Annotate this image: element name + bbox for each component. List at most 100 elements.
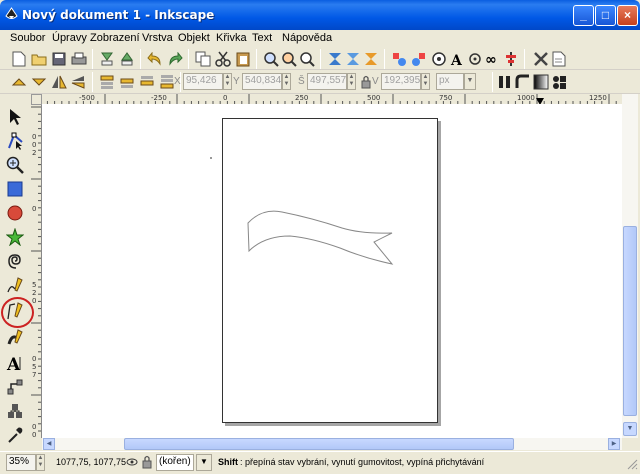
transform-patterns-icon[interactable] — [550, 73, 568, 91]
drawing-canvas[interactable] — [42, 104, 622, 438]
menu-text[interactable]: Text — [252, 32, 272, 44]
distribute-icon[interactable] — [344, 50, 362, 68]
gradient-tool-icon[interactable] — [4, 400, 26, 422]
calligraphy-tool-icon[interactable] — [4, 326, 26, 348]
transform-icon[interactable] — [362, 50, 380, 68]
flip-horizontal-icon[interactable] — [50, 73, 68, 91]
rotate-cw-icon[interactable] — [30, 73, 48, 91]
ruler-label: 1250 — [589, 94, 607, 102]
undo-icon[interactable] — [146, 50, 164, 68]
x-field[interactable]: 95,426 — [183, 73, 223, 90]
resize-grip-icon[interactable] — [626, 458, 638, 470]
menu-vrstva[interactable]: Vrstva — [142, 32, 173, 44]
paste-icon[interactable] — [234, 50, 252, 68]
width-spinner[interactable]: ▲ ▼ — [347, 73, 356, 90]
menu-krivka[interactable]: Křivka — [216, 32, 247, 44]
status-bar: 35% ▲ ▼ 1077,75, 1077,75 (kořen) ▼ Shift … — [0, 451, 640, 474]
height-spinner[interactable]: ▲ ▼ — [421, 73, 430, 90]
scale-stroke-icon[interactable] — [496, 73, 514, 91]
fill-stroke-icon[interactable] — [430, 50, 448, 68]
highlight-circle — [1, 297, 34, 328]
zoom-drawing-icon[interactable] — [280, 50, 298, 68]
ruler-label: 2 — [32, 149, 37, 157]
export-icon[interactable] — [118, 50, 136, 68]
menu-napoveda[interactable]: Nápověda — [282, 32, 332, 44]
raise-icon[interactable] — [118, 73, 136, 91]
vertical-scrollbar[interactable]: ▼ — [622, 94, 638, 438]
lower-icon[interactable] — [138, 73, 156, 91]
ruler-label: 0 — [32, 133, 37, 141]
horizontal-scrollbar[interactable]: ◀ ▶ — [42, 438, 622, 450]
xml-editor-icon[interactable] — [466, 50, 484, 68]
menu-soubor[interactable]: Soubor — [10, 32, 45, 44]
x-spinner[interactable]: ▲ ▼ — [223, 73, 232, 90]
rotate-ccw-icon[interactable] — [10, 73, 28, 91]
flip-vertical-icon[interactable] — [70, 73, 88, 91]
copy-icon[interactable] — [194, 50, 212, 68]
layer-dropdown-arrow[interactable]: ▼ — [196, 454, 212, 471]
horizontal-scroll-thumb[interactable] — [124, 438, 514, 450]
ruler-label: 500 — [367, 94, 381, 102]
align-icon[interactable] — [326, 50, 344, 68]
preferences-icon[interactable] — [532, 50, 550, 68]
print-icon[interactable] — [70, 50, 88, 68]
zoom-page-icon[interactable] — [298, 50, 316, 68]
cursor-coordinates: 1077,75, 1077,75 — [56, 457, 127, 467]
layer-lock-icon[interactable] — [142, 455, 152, 472]
redo-icon[interactable] — [166, 50, 184, 68]
links-icon[interactable]: ∞ — [484, 50, 502, 68]
scroll-down-arrow-icon[interactable]: ▼ — [623, 422, 637, 436]
group-icon[interactable] — [390, 50, 408, 68]
align-distribute-icon[interactable] — [502, 50, 520, 68]
close-button[interactable]: × — [617, 5, 638, 26]
open-icon[interactable] — [30, 50, 48, 68]
text-tool-icon[interactable]: A — [4, 352, 26, 374]
raise-top-icon[interactable] — [98, 73, 116, 91]
menu-upravy[interactable]: Úpravy — [52, 32, 87, 44]
pencil-tool-icon[interactable] — [4, 274, 26, 296]
width-field[interactable]: 497,557 — [307, 73, 347, 90]
dropper-tool-icon[interactable] — [4, 424, 26, 446]
ruler-label: 7 — [32, 371, 37, 379]
layer-select[interactable]: (kořen) — [156, 454, 194, 471]
rectangle-tool-icon[interactable] — [4, 178, 26, 200]
node-tool-icon[interactable] — [4, 130, 26, 152]
zoom-tool-icon[interactable] — [4, 154, 26, 176]
ruler-label: 5 — [32, 363, 37, 371]
unit-dropdown-arrow[interactable]: ▼ — [464, 73, 476, 90]
menu-objekt[interactable]: Objekt — [178, 32, 210, 44]
maximize-button[interactable]: □ — [595, 5, 616, 26]
ungroup-icon[interactable] — [410, 50, 428, 68]
star-tool-icon[interactable] — [4, 226, 26, 248]
status-hint-key: Shift — [218, 457, 238, 467]
zoom-selection-icon[interactable] — [262, 50, 280, 68]
height-field[interactable]: 192,395 — [381, 73, 421, 90]
menu-zobrazeni[interactable]: Zobrazení — [90, 32, 140, 44]
zoom-spinner[interactable]: ▲ ▼ — [36, 454, 45, 471]
new-document-icon[interactable] — [10, 50, 28, 68]
document-properties-icon[interactable] — [550, 50, 568, 68]
unit-select[interactable]: px — [436, 73, 464, 90]
scroll-left-arrow-icon[interactable]: ◀ — [43, 438, 55, 450]
transform-gradients-icon[interactable] — [532, 73, 550, 91]
text-font-icon[interactable]: A — [448, 50, 466, 68]
drawn-banner-shape[interactable] — [242, 206, 402, 276]
minimize-button[interactable]: _ — [573, 5, 594, 26]
save-icon[interactable] — [50, 50, 68, 68]
connector-tool-icon[interactable] — [4, 376, 26, 398]
scroll-right-arrow-icon[interactable]: ▶ — [608, 438, 620, 450]
vertical-scroll-thumb[interactable] — [623, 226, 637, 416]
cut-icon[interactable] — [214, 50, 232, 68]
y-spinner[interactable]: ▲ ▼ — [282, 73, 291, 90]
zoom-field[interactable]: 35% — [6, 454, 36, 471]
spiral-tool-icon[interactable] — [4, 250, 26, 272]
import-icon[interactable] — [98, 50, 116, 68]
ellipse-tool-icon[interactable] — [4, 202, 26, 224]
scale-corners-icon[interactable] — [514, 73, 532, 91]
selector-tool-icon[interactable] — [4, 106, 26, 128]
x-label: X — [174, 76, 181, 87]
ruler-label: 2 — [32, 289, 37, 297]
layer-visibility-icon[interactable] — [126, 456, 138, 471]
y-field[interactable]: 540,834 — [242, 73, 282, 90]
y-label: Y — [233, 76, 240, 87]
